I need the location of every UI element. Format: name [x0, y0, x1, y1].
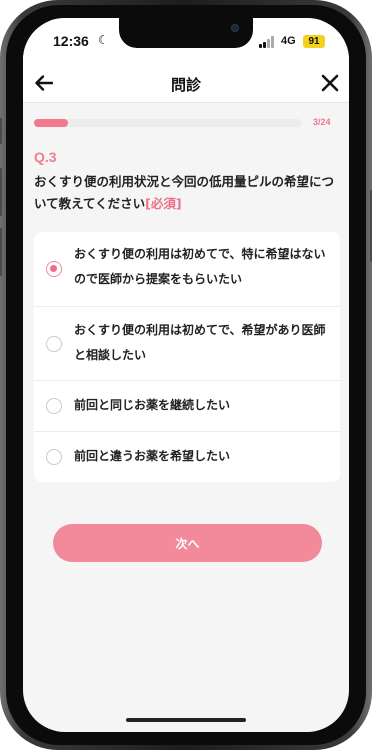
phone-frame: 12:36 ☾ 4G 91 問診 3/24 Q.3 おくすり便の利用状況と今回の…	[0, 0, 372, 750]
option-label: 前回と違うお薬を希望したい	[74, 449, 231, 463]
question-number: Q.3	[34, 149, 57, 165]
notch	[119, 18, 253, 48]
mute-switch	[0, 118, 2, 144]
screen: 12:36 ☾ 4G 91 問診 3/24 Q.3 おくすり便の利用状況と今回の…	[23, 18, 349, 732]
close-icon	[321, 74, 339, 92]
radio-button[interactable]	[46, 336, 62, 352]
required-badge: [必須]	[145, 196, 182, 211]
progress-fill	[34, 119, 68, 127]
radio-button[interactable]	[46, 398, 62, 414]
option-2[interactable]: おくすり便の利用は初めてで、希望があり医師と相談したい	[34, 306, 340, 380]
moon-icon: ☾	[98, 33, 109, 47]
battery-indicator: 91	[303, 35, 325, 48]
front-camera	[231, 24, 239, 32]
signal-icon	[259, 36, 277, 48]
question-text: おくすり便の利用状況と今回の低用量ピルの希望について教えてください[必須]	[34, 171, 342, 215]
header-divider	[23, 102, 349, 103]
option-3[interactable]: 前回と同じお薬を継続したい	[34, 380, 340, 431]
page-title: 問診	[170, 76, 201, 94]
volume-up-button	[0, 168, 2, 216]
options-card: おくすり便の利用は初めてで、特に希望はないので医師から提案をもらいたい おくすり…	[34, 232, 340, 482]
radio-button-checked[interactable]	[46, 261, 62, 277]
option-4[interactable]: 前回と違うお薬を希望したい	[34, 431, 340, 482]
home-indicator	[126, 718, 246, 722]
volume-down-button	[0, 228, 2, 276]
progress-bar	[34, 119, 302, 127]
question-body: おくすり便の利用状況と今回の低用量ピルの希望について教えてください	[34, 174, 335, 211]
option-label: おくすり便の利用は初めてで、特に希望はないので医師から提案をもらいたい	[74, 247, 326, 286]
option-label: おくすり便の利用は初めてで、希望があり医師と相談したい	[74, 323, 326, 362]
progress-label: 3/24	[313, 117, 331, 127]
radio-button[interactable]	[46, 449, 62, 465]
option-label: 前回と同じお薬を継続したい	[74, 398, 231, 412]
option-1[interactable]: おくすり便の利用は初めてで、特に希望はないので医師から提案をもらいたい	[34, 232, 340, 306]
next-button[interactable]: 次へ	[53, 524, 322, 562]
close-button[interactable]	[318, 71, 342, 95]
status-time: 12:36	[53, 33, 89, 49]
network-type: 4G	[281, 35, 296, 47]
